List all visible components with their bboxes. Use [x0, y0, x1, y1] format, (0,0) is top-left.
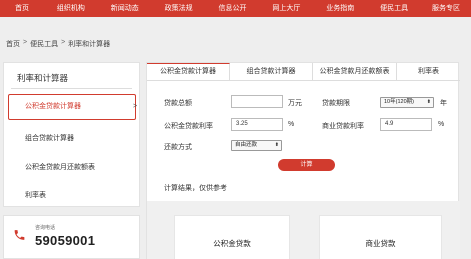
loan-term-select[interactable]: 10年(120期) ⬍ [380, 97, 434, 108]
hotline-label: 咨询电话 [35, 225, 56, 231]
tab-monthly-repayment-table[interactable]: 公积金贷款月还款额表 [313, 63, 397, 80]
tab-hpf-calculator[interactable]: 公积金贷款计算器 [147, 63, 230, 80]
nav-item-news[interactable]: 新闻动态 [98, 0, 152, 17]
tab-rate-table[interactable]: 利率表 [397, 63, 460, 80]
hpf-result-title: 公积金贷款 [213, 239, 251, 248]
hpf-rate-input[interactable]: 3.25 [231, 118, 283, 131]
loan-term-unit: 年 [440, 100, 447, 107]
nav-item-tools[interactable]: 便民工具 [367, 0, 421, 17]
commercial-result-title: 商业贷款 [365, 239, 396, 248]
sidebar: 利率和计算器 公积金贷款计算器 > 组合贷款计算器 公积金贷款月还款额表 利率表 [3, 62, 140, 207]
nav-item-policies[interactable]: 政策法规 [152, 0, 206, 17]
tab-combo-calculator[interactable]: 组合贷款计算器 [230, 63, 313, 80]
hotline-card: 咨询电话 59059001 [3, 215, 140, 259]
loan-total-label: 贷款总额 [164, 100, 192, 107]
hpf-rate-label: 公积金贷款利率 [164, 123, 213, 130]
sidebar-item-rate-table[interactable]: 利率表 [25, 190, 46, 200]
breadcrumb-separator: > [61, 39, 66, 46]
loan-term-value: 10年(120期) [384, 99, 414, 105]
nav-item-organization[interactable]: 组织机构 [44, 0, 98, 17]
loan-term-label: 贷款期限 [322, 100, 350, 107]
calculator-panel: 公积金贷款计算器 组合贷款计算器 公积金贷款月还款额表 利率表 贷款总额 万元 … [146, 62, 460, 259]
sidebar-title: 利率和计算器 [17, 73, 69, 83]
breadcrumb: 首页 > 便民工具 > 利率和计算器 [6, 39, 110, 49]
repay-method-label: 还款方式 [164, 144, 192, 151]
calculate-button[interactable]: 计算 [278, 159, 335, 171]
breadcrumb-home[interactable]: 首页 [6, 39, 20, 49]
sidebar-item-hpf-calculator[interactable]: 公积金贷款计算器 [8, 94, 136, 120]
top-nav: 首页 组织机构 新闻动态 政策法规 信息公开 网上大厅 业务指南 便民工具 服务… [0, 0, 471, 17]
repay-method-select[interactable]: 自由还款 ⬍ [231, 140, 282, 151]
loan-total-input[interactable] [231, 95, 283, 108]
nav-item-home[interactable]: 首页 [0, 0, 44, 17]
result-note: 计算结果，仅供参考 [164, 185, 227, 192]
commercial-rate-unit: % [438, 121, 445, 128]
breadcrumb-separator: > [23, 39, 28, 46]
calculator-tabs: 公积金贷款计算器 组合贷款计算器 公积金贷款月还款额表 利率表 [147, 63, 460, 81]
sidebar-item-monthly-repayment-table[interactable]: 公积金贷款月还款额表 [25, 162, 95, 172]
hotline-number: 59059001 [35, 233, 96, 248]
commercial-result-card: 商业贷款 [319, 215, 442, 259]
sidebar-divider [11, 88, 132, 89]
phone-icon [14, 230, 25, 240]
sidebar-item-combo-calculator[interactable]: 组合贷款计算器 [25, 133, 74, 143]
chevron-right-icon: > [133, 103, 138, 110]
nav-item-guide[interactable]: 业务指南 [313, 0, 367, 17]
breadcrumb-current: 利率和计算器 [68, 41, 111, 48]
commercial-rate-label: 商业贷款利率 [322, 123, 364, 130]
nav-item-disclosure[interactable]: 信息公开 [206, 0, 260, 17]
nav-item-service-zone[interactable]: 服务专区 [421, 0, 471, 17]
hpf-result-card: 公积金贷款 [174, 215, 290, 259]
nav-item-online-hall[interactable]: 网上大厅 [259, 0, 313, 17]
hpf-rate-unit: % [288, 121, 295, 128]
loan-total-unit: 万元 [288, 100, 302, 107]
breadcrumb-tools[interactable]: 便民工具 [30, 39, 58, 49]
select-arrows-icon: ⬍ [274, 142, 279, 148]
select-arrows-icon: ⬍ [426, 99, 431, 105]
commercial-rate-input[interactable]: 4.9 [380, 118, 432, 131]
repay-method-value: 自由还款 [235, 142, 258, 148]
